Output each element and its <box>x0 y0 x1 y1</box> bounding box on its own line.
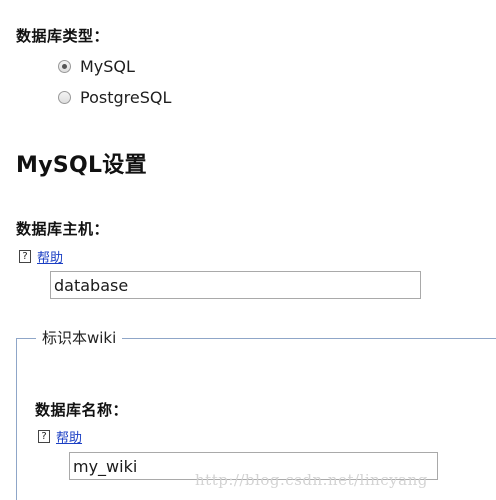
help-icon: ? <box>38 430 50 443</box>
watermark-text: http://blog.csdn.net/lincyang <box>195 471 428 489</box>
radio-mysql[interactable] <box>58 60 71 73</box>
help-icon: ? <box>19 250 31 263</box>
db-host-help-link[interactable]: 帮助 <box>37 247 63 266</box>
radio-option-mysql[interactable]: MySQL <box>58 57 135 76</box>
db-host-help: ? 帮助 <box>19 247 63 266</box>
radio-postgresql[interactable] <box>58 91 71 104</box>
fieldset-legend: 标识本wiki <box>36 327 123 348</box>
db-name-label: 数据库名称： <box>35 401 129 419</box>
fieldset-border-left <box>16 338 17 500</box>
db-name-help: ? 帮助 <box>38 427 82 446</box>
db-host-input[interactable]: database <box>50 271 421 299</box>
radio-postgresql-label: PostgreSQL <box>80 88 172 107</box>
radio-mysql-label: MySQL <box>80 57 135 76</box>
db-host-label: 数据库主机： <box>16 220 110 238</box>
db-name-help-link[interactable]: 帮助 <box>56 427 82 446</box>
radio-option-postgresql[interactable]: PostgreSQL <box>58 88 171 107</box>
db-type-label: 数据库类型： <box>16 27 110 45</box>
mysql-settings-title: MySQL设置 <box>16 153 147 178</box>
